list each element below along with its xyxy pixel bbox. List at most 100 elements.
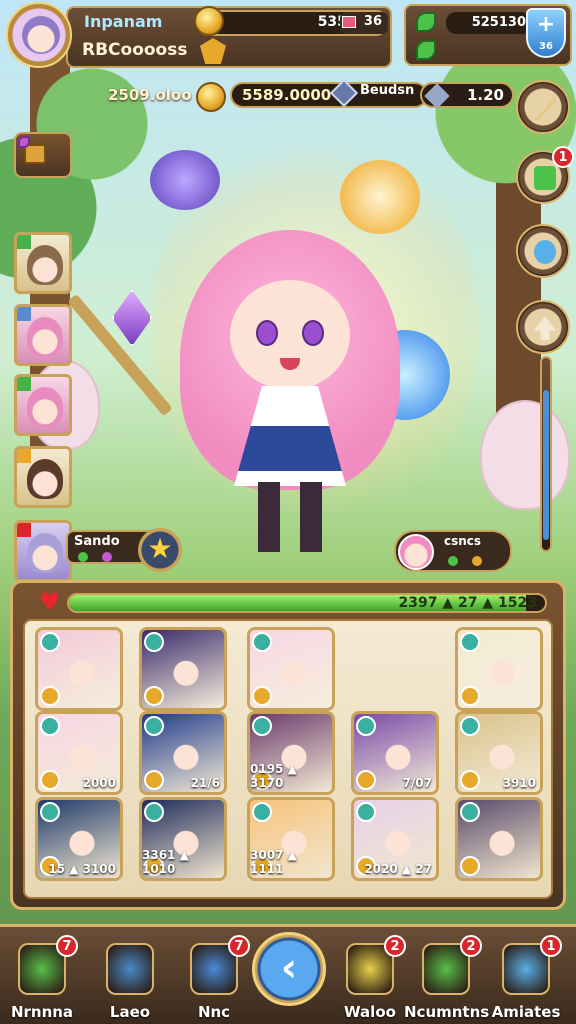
player-name: Inpanam — [84, 12, 163, 31]
nav-item[interactable]: 1 Amiates — [490, 935, 562, 1023]
hero-character[interactable] — [67, 210, 430, 570]
chest-button[interactable] — [14, 132, 72, 178]
team-portrait — [27, 245, 63, 285]
gem-counter[interactable]: 36 — [340, 12, 388, 34]
hero-card[interactable] — [247, 627, 335, 711]
element-gem-icon — [460, 632, 480, 652]
status-dot — [78, 552, 88, 562]
nav-item[interactable]: 2 Ncumntns — [404, 935, 489, 1023]
element-gem-icon — [460, 716, 480, 736]
nav-item[interactable]: 2 Waloo — [334, 935, 406, 1023]
side-scrollbar[interactable] — [540, 356, 552, 552]
resource-label: 2509.oloo — [108, 86, 192, 104]
element-gem-icon — [460, 802, 480, 822]
hero-card[interactable]: 3910 — [455, 711, 543, 795]
gold-coin-icon — [196, 82, 226, 112]
card-portrait — [166, 646, 206, 690]
card-portrait — [378, 730, 418, 774]
team-portrait — [27, 387, 63, 427]
element-gem-icon — [144, 632, 164, 652]
card-value: 21/6 — [190, 776, 220, 790]
gold-amount: 5589.0000 — [242, 86, 332, 104]
leaf-resource-panel[interactable]: 525130 + 36 — [404, 4, 572, 66]
notification-badge: 7 — [56, 935, 78, 957]
hero-card[interactable]: 3007 ▲ 1111 — [247, 797, 335, 881]
hero-card[interactable] — [455, 797, 543, 881]
hero-card[interactable] — [455, 627, 543, 711]
nav-label: Amiates — [491, 1003, 561, 1021]
notification-badge: 1 — [540, 935, 562, 957]
nav-item[interactable]: 7 Nnc — [178, 935, 250, 1023]
player-plate: Inpanam RBCooooss 535;30 36 — [66, 6, 392, 68]
team-card[interactable] — [14, 374, 72, 436]
hero-card[interactable]: 7/07 — [351, 711, 439, 795]
leader-name: Sando — [74, 534, 120, 549]
nav-label: Laeo — [109, 1003, 151, 1021]
hero-card[interactable]: 3361 ▲ 1010 — [139, 797, 227, 881]
ally-tag[interactable]: csncs — [394, 530, 512, 572]
card-portrait — [274, 646, 314, 690]
gem-value: 36 — [363, 14, 382, 29]
rarity-gem-icon — [40, 770, 60, 790]
element-gem-icon — [40, 802, 60, 822]
hero-card[interactable] — [35, 627, 123, 711]
arrow-up-icon — [534, 316, 556, 340]
gem-icon — [342, 16, 356, 28]
hero-card[interactable] — [139, 627, 227, 711]
hero-face — [230, 280, 350, 390]
heart-icon: ♥ — [39, 588, 61, 616]
team-tag-icon — [17, 523, 31, 537]
notification-badge: 1 — [552, 146, 574, 168]
stone-pill[interactable]: 1.20 — [420, 82, 514, 109]
hero-card[interactable]: 2000 — [35, 711, 123, 795]
nav-item[interactable]: 7 Nrnnna — [6, 935, 78, 1023]
rarity-gem-icon — [460, 856, 480, 876]
rarity-gem-icon — [460, 770, 480, 790]
team-card[interactable] — [14, 232, 72, 294]
fairy-spirit — [150, 150, 220, 210]
scroll-thumb[interactable] — [543, 390, 549, 540]
element-gem-icon — [144, 716, 164, 736]
compass-button[interactable] — [516, 224, 570, 278]
nav-item[interactable]: Laeo — [94, 935, 166, 1023]
gem-icon — [18, 136, 30, 148]
hero-legs — [258, 482, 322, 552]
team-tag-icon — [17, 307, 31, 321]
hero-card[interactable]: 0195 ▲ 3170 — [247, 711, 335, 795]
hero-card[interactable]: 15 ▲ 3100 — [35, 797, 123, 881]
card-portrait — [166, 730, 206, 774]
map-button[interactable]: 1 — [516, 146, 574, 204]
card-value: 0195 ▲ 3170 — [250, 762, 297, 790]
element-gem-icon — [356, 716, 376, 736]
hero-card[interactable]: 2020 ▲ 27 — [351, 797, 439, 881]
player-avatar[interactable] — [6, 2, 72, 68]
status-dot — [448, 556, 458, 566]
notification-badge: 2 — [384, 935, 406, 957]
team-card[interactable] — [14, 304, 72, 366]
star-button[interactable]: ★ — [138, 528, 182, 572]
hp-bar: 2397 ▲ 27 ▲ 1523 — [67, 593, 547, 613]
card-value: 3007 ▲ 1111 — [250, 848, 297, 876]
rarity-gem-icon — [460, 686, 480, 706]
hero-card[interactable]: 21/6 — [139, 711, 227, 795]
scroll-up-button[interactable] — [516, 300, 570, 354]
shield-button[interactable]: + 36 — [526, 8, 566, 58]
card-portrait — [378, 816, 418, 860]
back-button[interactable]: ‹ — [252, 932, 326, 1006]
element-gem-icon — [252, 802, 272, 822]
card-value: 3910 — [502, 776, 536, 790]
team-card[interactable] — [14, 446, 72, 508]
card-portrait — [482, 646, 522, 690]
resource-bar: 2509.oloo 5589.0000 Beudsn 1.20 — [104, 78, 516, 112]
leader-plate[interactable]: Sando ★ — [14, 520, 182, 582]
quest-button[interactable] — [516, 80, 570, 134]
status-dot — [472, 556, 482, 566]
card-value: 3361 ▲ 1010 — [142, 848, 189, 876]
nav-label: Nrnnna — [10, 1003, 74, 1021]
ally-avatar — [398, 534, 434, 570]
stone-gem-icon — [424, 83, 450, 109]
team-card[interactable] — [14, 520, 72, 582]
nav-label: Nnc — [197, 1003, 231, 1021]
notification-badge: 2 — [460, 935, 482, 957]
nav-icon — [106, 943, 154, 995]
